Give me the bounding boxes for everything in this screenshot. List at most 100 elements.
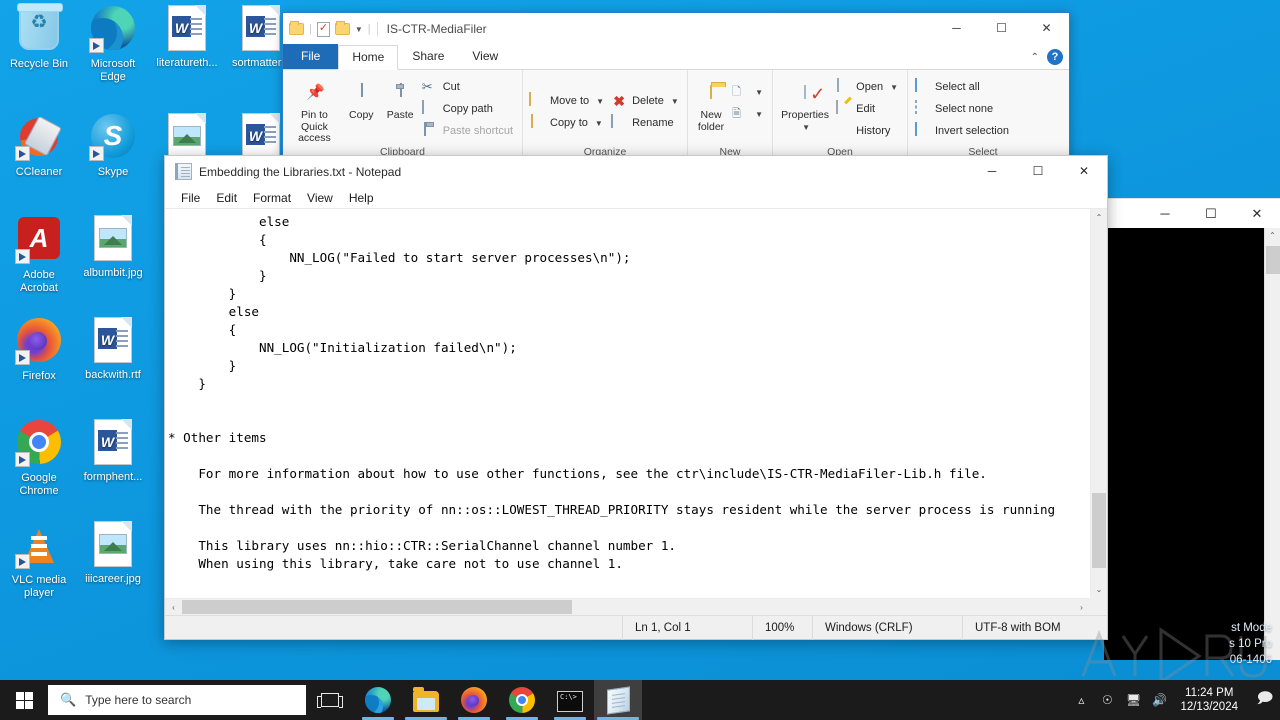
desktop-icon-literatureth[interactable]: W literatureth... xyxy=(150,0,224,108)
explorer-minimize-button[interactable]: ─ xyxy=(934,13,979,44)
desktop-icon-adobe-acrobat[interactable]: Adobe Acrobat xyxy=(2,210,76,312)
menu-view[interactable]: View xyxy=(299,189,341,207)
menu-edit[interactable]: Edit xyxy=(208,189,245,207)
move-to-button[interactable]: Move to ▼ xyxy=(527,90,609,112)
history-button[interactable]: History xyxy=(833,120,903,142)
menu-file[interactable]: File xyxy=(173,189,208,207)
copy-path-button[interactable]: Copy path xyxy=(420,98,518,120)
notepad-text-area[interactable]: else { NN_LOG("Failed to start server pr… xyxy=(165,209,1090,598)
open-button[interactable]: Open ▼ xyxy=(833,76,903,98)
edit-button[interactable]: Edit xyxy=(833,98,903,120)
copy-to-button[interactable]: Copy to ▼ xyxy=(527,112,609,134)
tab-file[interactable]: File xyxy=(283,44,339,69)
console-maximize-button[interactable]: ☐ xyxy=(1188,199,1234,229)
paste-shortcut-button[interactable]: Paste shortcut xyxy=(420,120,518,142)
select-none-button[interactable]: Select none xyxy=(912,98,1014,120)
button-label: New folder xyxy=(697,109,725,133)
console-scrollbar[interactable]: ⌃ xyxy=(1264,228,1280,660)
console-window[interactable]: ─ ☐ ✕ ⌃ xyxy=(1104,198,1280,660)
desktop-icon-formphent[interactable]: W formphent... xyxy=(76,414,150,516)
tab-home[interactable]: Home xyxy=(338,45,399,70)
notepad-minimize-button[interactable]: ─ xyxy=(969,156,1015,187)
action-center-icon[interactable]: 🗩 xyxy=(1250,688,1280,713)
properties-button[interactable]: Properties ▼ xyxy=(777,73,833,133)
copy-button[interactable]: Copy xyxy=(342,73,381,122)
desktop-icon-albumbit-jpg[interactable]: albumbit.jpg xyxy=(76,210,150,312)
file-explorer-window[interactable]: | ▼ | IS-CTR-MediaFiler ─ ☐ ✕ File Home … xyxy=(282,12,1070,162)
taskbar-app-notepad[interactable] xyxy=(594,680,642,720)
notepad-maximize-button[interactable]: ☐ xyxy=(1015,156,1061,187)
notepad-titlebar[interactable]: Embedding the Libraries.txt - Notepad ─ … xyxy=(165,156,1107,187)
delete-button[interactable]: ✖ Delete ▼ xyxy=(609,90,684,112)
pin-to-quick-access-button[interactable]: 📌 Pin to Quick access xyxy=(287,73,342,145)
notepad-close-button[interactable]: ✕ xyxy=(1061,156,1107,187)
invert-selection-button[interactable]: Invert selection xyxy=(912,120,1014,142)
desktop-icon-backwith-rtf[interactable]: W backwith.rtf xyxy=(76,312,150,414)
properties-icon[interactable] xyxy=(316,21,330,37)
tab-share[interactable]: Share xyxy=(398,45,458,69)
console-close-button[interactable]: ✕ xyxy=(1234,199,1280,229)
quick-access-toolbar[interactable]: | ▼ | xyxy=(283,21,371,37)
search-input[interactable]: 🔍 Type here to search xyxy=(48,685,306,715)
chevron-down-icon[interactable]: ▼ xyxy=(596,97,604,106)
console-scroll-up-arrow[interactable]: ⌃ xyxy=(1265,228,1280,244)
chevron-down-icon[interactable]: ▼ xyxy=(890,83,898,92)
desktop-icon-recycle-bin[interactable]: Recycle Bin xyxy=(2,0,76,108)
taskbar-app-command-prompt[interactable] xyxy=(546,680,594,720)
paste-button[interactable]: Paste xyxy=(381,73,420,122)
desktop-icon-microsoft-edge[interactable]: Microsoft Edge xyxy=(76,0,150,108)
desktop-icon-firefox[interactable]: Firefox xyxy=(2,312,76,414)
easy-access-button[interactable]: 🗎 ▼ xyxy=(730,103,768,125)
taskbar-app-edge[interactable] xyxy=(354,680,402,720)
chevron-down-icon[interactable]: ▼ xyxy=(755,88,763,97)
notepad-vertical-scrollbar[interactable]: ⌃ ⌄ xyxy=(1090,209,1107,598)
chevron-down-icon[interactable]: ▼ xyxy=(671,97,679,106)
explorer-close-button[interactable]: ✕ xyxy=(1024,13,1069,44)
show-hidden-icons-icon[interactable]: ▵ xyxy=(1068,693,1094,707)
taskbar-app-chrome[interactable] xyxy=(498,680,546,720)
explorer-maximize-button[interactable]: ☐ xyxy=(979,13,1024,44)
new-folder-button[interactable]: New folder xyxy=(692,73,730,133)
notepad-window[interactable]: Embedding the Libraries.txt - Notepad ─ … xyxy=(164,155,1108,640)
network-icon[interactable]: 🖥 xyxy=(1120,693,1146,707)
select-all-button[interactable]: Select all xyxy=(912,76,1014,98)
volume-icon[interactable]: 🔊 xyxy=(1146,693,1172,707)
folder-icon[interactable] xyxy=(289,21,304,35)
chevron-down-icon[interactable]: ▼ xyxy=(755,110,763,119)
horizontal-scrollbar-thumb[interactable] xyxy=(182,600,572,614)
taskbar-app-firefox[interactable] xyxy=(450,680,498,720)
word-file-icon: W xyxy=(89,317,137,365)
scroll-left-arrow-icon[interactable]: ‹ xyxy=(165,599,182,615)
collapse-ribbon-icon[interactable]: ⌃ xyxy=(1031,52,1039,63)
start-button[interactable] xyxy=(0,680,48,720)
tab-view[interactable]: View xyxy=(458,45,512,69)
console-window-titlebar[interactable]: ─ ☐ ✕ xyxy=(1104,198,1280,228)
new-folder-icon[interactable] xyxy=(334,21,350,35)
cut-button[interactable]: ✂ Cut xyxy=(420,76,518,98)
desktop-icon-skype[interactable]: Skype xyxy=(76,108,150,210)
chevron-down-icon[interactable]: ▼ xyxy=(595,119,603,128)
desktop-icon-vlc-media-player[interactable]: VLC media player xyxy=(2,516,76,618)
desktop-icon-google-chrome[interactable]: Google Chrome xyxy=(2,414,76,516)
desktop-icon-iiicareer-jpg[interactable]: iiicareer.jpg xyxy=(76,516,150,618)
menu-help[interactable]: Help xyxy=(341,189,382,207)
scroll-right-arrow-icon[interactable]: › xyxy=(1073,599,1090,616)
notepad-horizontal-scrollbar[interactable]: ‹ › xyxy=(165,598,1107,615)
menu-format[interactable]: Format xyxy=(245,189,299,207)
console-scrollbar-thumb[interactable] xyxy=(1266,246,1280,274)
vertical-scrollbar-thumb[interactable] xyxy=(1092,493,1106,568)
console-minimize-button[interactable]: ─ xyxy=(1142,199,1188,229)
task-view-button[interactable] xyxy=(306,680,354,720)
scroll-up-arrow-icon[interactable]: ⌃ xyxy=(1091,209,1107,226)
explorer-titlebar[interactable]: | ▼ | IS-CTR-MediaFiler ─ ☐ ✕ xyxy=(283,13,1069,45)
chevron-down-icon[interactable]: ▼ xyxy=(779,122,833,134)
clock[interactable]: 11:24 PM 12/13/2024 xyxy=(1172,686,1250,714)
rename-button[interactable]: Rename xyxy=(609,112,684,134)
scroll-down-arrow-icon[interactable]: ⌄ xyxy=(1091,581,1107,598)
chevron-down-icon[interactable]: ▼ xyxy=(355,25,363,34)
taskbar-app-file-explorer[interactable] xyxy=(402,680,450,720)
desktop-icon-ccleaner[interactable]: CCleaner xyxy=(2,108,76,210)
help-icon[interactable]: ? xyxy=(1047,49,1063,65)
new-item-button[interactable]: 🗋 ▼ xyxy=(730,81,768,103)
camera-icon[interactable]: ☉ xyxy=(1094,693,1120,707)
